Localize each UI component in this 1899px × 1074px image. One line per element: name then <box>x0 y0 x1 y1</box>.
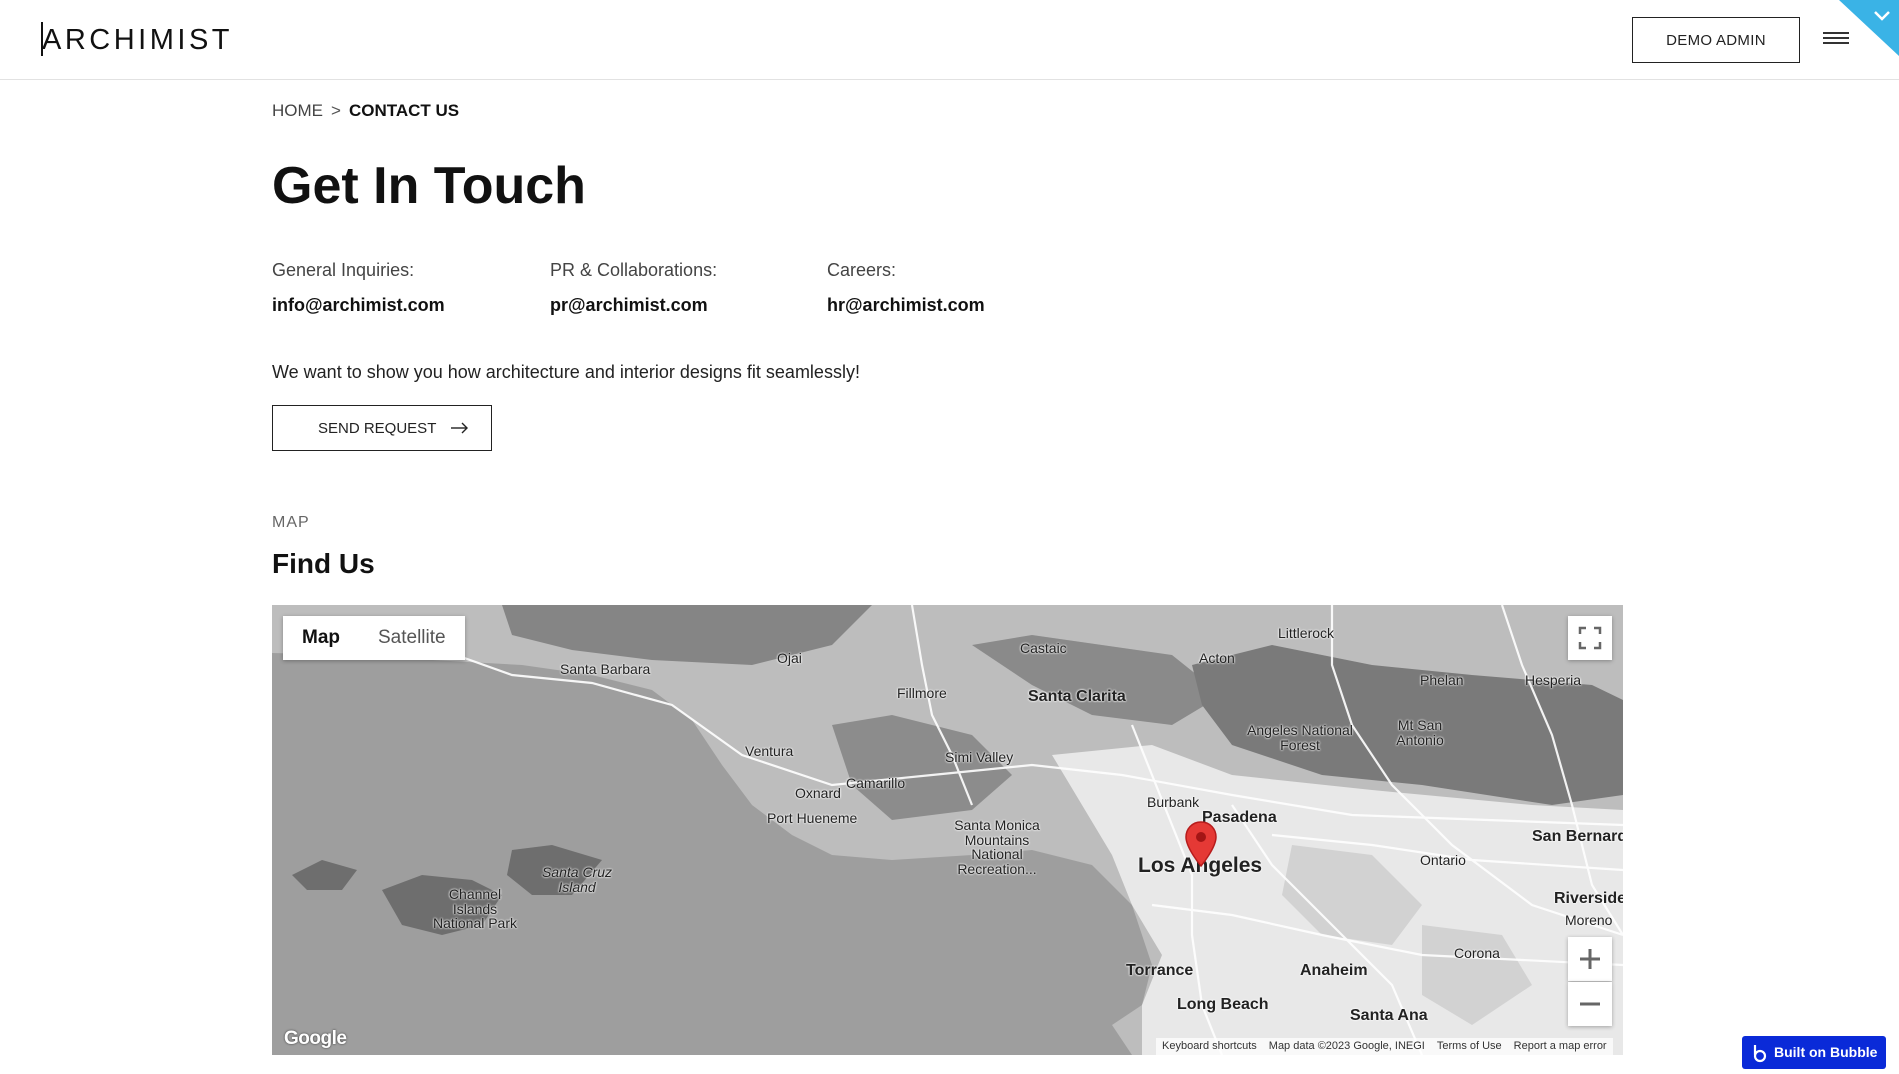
send-request-label: SEND REQUEST <box>318 420 437 437</box>
zoom-in-button[interactable] <box>1568 937 1612 981</box>
map-place-label: Mt San Antonio <box>1396 717 1444 748</box>
zoom-out-button[interactable] <box>1568 982 1612 1026</box>
breadcrumb-current: CONTACT US <box>348 101 460 120</box>
built-on-bubble-label: Built on Bubble <box>1774 1044 1878 1060</box>
bubble-logo-icon <box>1753 1045 1767 1063</box>
google-map[interactable]: Santa Barbara Ojai Castaic Littlerock Ac… <box>272 605 1623 1055</box>
contact-careers: Careers: hr@archimist.com <box>827 260 985 316</box>
map-place-label: Santa Barbara <box>560 661 651 677</box>
send-request-button[interactable]: SEND REQUEST <box>272 405 492 451</box>
arrow-right-icon <box>451 422 468 434</box>
map-place-label: Hesperia <box>1525 672 1582 688</box>
map-attribution: Keyboard shortcuts Map data ©2023 Google… <box>1156 1038 1613 1055</box>
map-place-label: Acton <box>1199 650 1235 666</box>
map-place-label: Corona <box>1454 945 1500 961</box>
map-place-label: Santa Clarita <box>1028 688 1126 705</box>
demo-admin-button[interactable]: DEMO ADMIN <box>1632 17 1800 63</box>
map-place-label: Torrance <box>1126 962 1194 979</box>
map-place-label: Moreno <box>1565 912 1613 928</box>
fullscreen-icon <box>1578 626 1602 650</box>
breadcrumb-separator: > <box>331 101 341 120</box>
map-place-label: Santa Ana <box>1350 1007 1428 1024</box>
map-data-credit: Map data ©2023 Google, INEGI <box>1268 1040 1425 1052</box>
map-eyebrow: MAP <box>272 514 310 531</box>
map-place-label: Camarillo <box>846 775 906 791</box>
page-title: Get In Touch <box>272 157 586 215</box>
built-on-bubble-badge[interactable]: Built on Bubble <box>1742 1036 1886 1069</box>
corner-dropdown-icon[interactable] <box>1839 0 1899 56</box>
google-logo[interactable]: Google <box>284 1028 347 1050</box>
map-place-label: Santa Cruz Island <box>541 864 613 895</box>
map-place-label: Phelan <box>1420 672 1464 688</box>
top-header: ARCHIMIST DEMO ADMIN <box>0 0 1899 80</box>
map-place-label: Anaheim <box>1300 962 1368 979</box>
contact-email-link[interactable]: info@archimist.com <box>272 295 445 316</box>
map-place-label: Angeles National Forest <box>1247 722 1353 753</box>
contact-email-link[interactable]: hr@archimist.com <box>827 295 985 316</box>
tagline-text: We want to show you how architecture and… <box>272 362 860 382</box>
map-section-title: Find Us <box>272 548 375 579</box>
report-map-error-link[interactable]: Report a map error <box>1508 1038 1613 1055</box>
site-logo[interactable]: ARCHIMIST <box>42 24 233 57</box>
map-place-label: Ontario <box>1420 852 1466 868</box>
map-place-label: Fillmore <box>897 685 947 701</box>
map-place-label: San Bernard <box>1532 828 1623 845</box>
map-place-label: Simi Valley <box>945 749 1014 765</box>
contact-pr: PR & Collaborations: pr@archimist.com <box>550 260 717 316</box>
contact-general: General Inquiries: info@archimist.com <box>272 260 445 316</box>
plus-icon <box>1580 949 1600 969</box>
map-place-label: Channel Islands National Park <box>432 886 518 932</box>
minus-icon <box>1580 1002 1600 1006</box>
fullscreen-button[interactable] <box>1568 616 1612 660</box>
breadcrumb-home-link[interactable]: HOME <box>272 101 323 120</box>
map-place-label: Ojai <box>777 650 802 666</box>
map-place-label: Ventura <box>745 743 794 759</box>
contact-label: PR & Collaborations: <box>550 260 718 280</box>
map-place-label: Long Beach <box>1177 996 1269 1013</box>
contact-email-link[interactable]: pr@archimist.com <box>550 295 717 316</box>
map-place-label: Castaic <box>1020 640 1067 656</box>
map-type-toggle: Map Satellite <box>283 616 465 660</box>
map-place-label: Riverside <box>1554 890 1623 907</box>
map-type-map[interactable]: Map <box>283 616 359 660</box>
map-type-satellite[interactable]: Satellite <box>359 616 465 660</box>
keyboard-shortcuts-link[interactable]: Keyboard shortcuts <box>1156 1038 1263 1055</box>
map-place-label: Oxnard <box>795 785 841 801</box>
contact-label: Careers: <box>827 260 897 280</box>
terms-of-use-link[interactable]: Terms of Use <box>1431 1038 1508 1055</box>
map-place-label: Port Hueneme <box>767 810 858 826</box>
location-pin-icon[interactable] <box>1184 821 1218 867</box>
contact-label: General Inquiries: <box>272 260 415 280</box>
breadcrumb: HOME > CONTACT US <box>272 101 459 121</box>
map-place-label: Santa Monica Mountains National Recreati… <box>954 817 1040 878</box>
map-place-label: Littlerock <box>1278 625 1335 641</box>
map-place-label: Burbank <box>1147 794 1200 810</box>
